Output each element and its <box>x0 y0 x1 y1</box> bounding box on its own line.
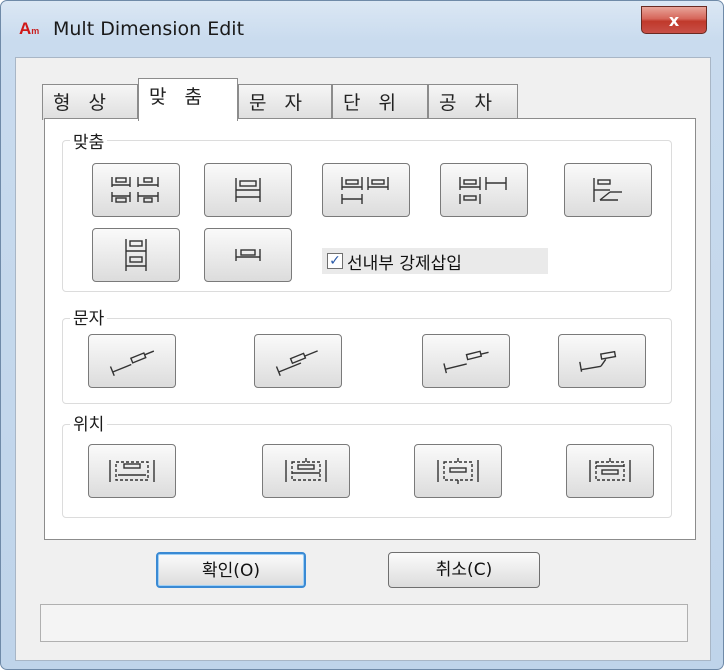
position-4-icon <box>589 458 631 482</box>
fit-none-icon <box>235 249 261 261</box>
window-title: Mult Dimension Edit <box>53 18 245 40</box>
app-icon-letter: A <box>19 19 32 38</box>
text-placement-4-button[interactable] <box>558 334 646 388</box>
text-placement-3-icon <box>443 350 489 374</box>
force-line-inside-label: 선내부 강제삽입 <box>347 253 462 274</box>
fit-leader-icon <box>593 178 622 202</box>
tab-alignment[interactable]: 맞 춤 <box>138 78 238 121</box>
autocad-icon: Am <box>19 19 45 41</box>
force-line-inside-option[interactable]: ✓ 선내부 강제삽입 <box>322 248 548 274</box>
tab-tolerance[interactable]: 공 차 <box>428 84 518 120</box>
position-2-icon <box>285 458 327 482</box>
fit-text-inside-icon <box>125 239 147 271</box>
text-placement-2-icon <box>275 350 318 376</box>
position-3-icon <box>437 458 479 484</box>
fit-arrows-button[interactable] <box>322 163 410 217</box>
app-icon-sub: m <box>31 26 40 36</box>
tab-shape[interactable]: 형 상 <box>42 84 138 120</box>
text-placement-1-button[interactable] <box>88 334 176 388</box>
fit-text-arrows-icon <box>459 177 507 204</box>
fit-text-icon <box>235 178 261 202</box>
position-4-button[interactable] <box>566 444 654 498</box>
cancel-button[interactable]: 취소(C) <box>388 552 540 588</box>
fit-both-icon <box>111 177 159 203</box>
position-2-button[interactable] <box>262 444 350 498</box>
fit-text-button[interactable] <box>204 163 292 217</box>
position-1-button[interactable] <box>88 444 176 498</box>
status-area <box>40 604 688 642</box>
group-position-label: 위치 <box>70 410 108 435</box>
tab-units[interactable]: 단 위 <box>332 84 428 120</box>
fit-arrows-icon <box>341 177 389 204</box>
close-button[interactable]: x <box>641 6 707 34</box>
fit-text-arrows-button[interactable] <box>440 163 528 217</box>
ok-button[interactable]: 확인(O) <box>156 552 306 588</box>
text-placement-3-button[interactable] <box>422 334 510 388</box>
fit-both-button[interactable] <box>92 163 180 217</box>
group-text-label: 문자 <box>70 304 108 329</box>
text-placement-2-button[interactable] <box>254 334 342 388</box>
tab-text[interactable]: 문 자 <box>238 84 332 120</box>
fit-none-button[interactable] <box>204 228 292 282</box>
fit-text-inside-button[interactable] <box>92 228 180 282</box>
group-alignment-label: 맞춤 <box>70 128 108 153</box>
close-icon: x <box>668 11 680 30</box>
position-1-icon <box>109 460 155 482</box>
text-placement-4-icon <box>579 350 617 372</box>
text-placement-1-icon <box>109 350 155 376</box>
title-bar[interactable]: Am Mult Dimension Edit x <box>1 1 723 57</box>
position-3-button[interactable] <box>414 444 502 498</box>
force-line-inside-checkbox[interactable]: ✓ <box>327 253 343 269</box>
fit-leader-button[interactable] <box>564 163 652 217</box>
